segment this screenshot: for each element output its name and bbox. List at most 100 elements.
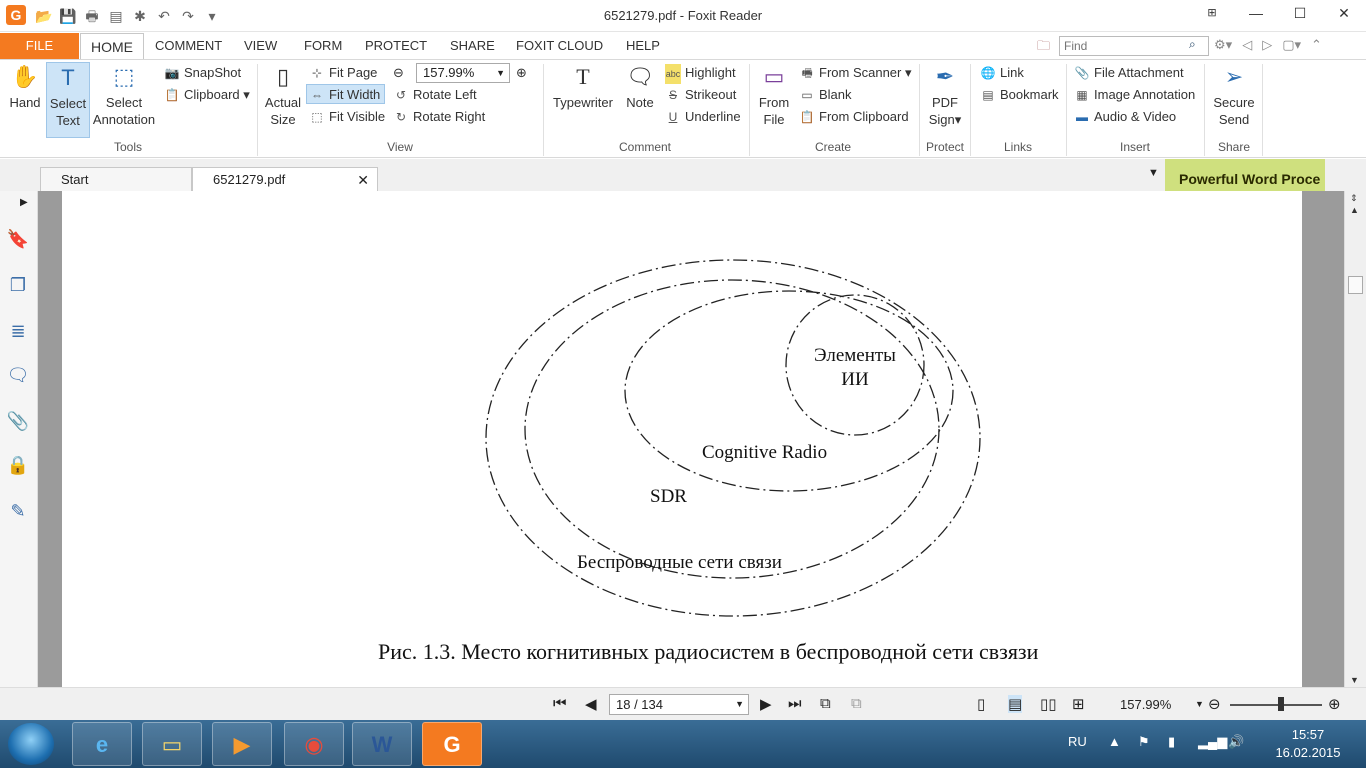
vertical-scrollbar[interactable]: ⇕ ▲ ▼ bbox=[1344, 191, 1366, 687]
expand-panel-icon[interactable]: ▶ bbox=[20, 197, 28, 208]
pages-panel-icon[interactable]: ❐ bbox=[6, 273, 30, 297]
select-text-button[interactable]: T Select Text bbox=[46, 62, 90, 138]
settings-gear-icon[interactable]: ⚙▾ bbox=[1214, 37, 1232, 53]
tab-help[interactable]: HELP bbox=[616, 33, 670, 59]
security-lock-icon[interactable]: 🔒 bbox=[6, 453, 30, 477]
previous-icon[interactable]: ◁ bbox=[1242, 37, 1252, 53]
start-button[interactable] bbox=[8, 723, 54, 765]
pdf-sign-button[interactable]: ✒ PDF Sign▾ bbox=[924, 62, 966, 128]
select-annotation-button[interactable]: ⬚ Select Annotation bbox=[92, 62, 156, 128]
blank-button[interactable]: ▭ Blank bbox=[799, 85, 851, 105]
volume-icon[interactable]: 🔊 bbox=[1228, 734, 1244, 750]
fit-visible-button[interactable]: ⬚ Fit Visible bbox=[309, 107, 385, 127]
power-icon[interactable]: ▮ bbox=[1168, 734, 1175, 750]
previous-view-icon[interactable]: ⧉ bbox=[820, 695, 831, 712]
previous-page-icon[interactable]: ◀ bbox=[585, 695, 597, 713]
signature-panel-icon[interactable]: ✎ bbox=[6, 499, 30, 523]
tab-document[interactable]: 6521279.pdf ✕ bbox=[192, 167, 378, 191]
clipboard-button[interactable]: 📋 Clipboard ▾ bbox=[164, 85, 250, 105]
next-view-icon[interactable]: ⧉ bbox=[851, 695, 862, 712]
media-player-icon[interactable]: ▶ bbox=[212, 722, 272, 766]
scroll-up-icon[interactable]: ▲ bbox=[1350, 205, 1359, 215]
promo-banner[interactable]: Powerful Word Proce bbox=[1165, 159, 1325, 191]
chrome-icon[interactable]: ◉ bbox=[284, 722, 344, 766]
audio-video-button[interactable]: ▬ Audio & Video bbox=[1074, 107, 1176, 127]
underline-button[interactable]: U Underline bbox=[665, 107, 741, 127]
zoom-dropdown-icon[interactable]: ▼ bbox=[1195, 699, 1204, 709]
actual-size-button[interactable]: ▯ Actual Size bbox=[262, 62, 304, 128]
action-center-flag-icon[interactable]: ⚑ bbox=[1138, 734, 1150, 750]
tab-view[interactable]: VIEW bbox=[234, 33, 287, 59]
image-annotation-button[interactable]: ▦ Image Annotation bbox=[1074, 85, 1195, 105]
first-page-icon[interactable]: ⏮ bbox=[553, 695, 567, 712]
scrollbar-thumb[interactable] bbox=[1348, 276, 1363, 294]
tab-comment[interactable]: COMMENT bbox=[145, 33, 232, 59]
tab-home[interactable]: HOME bbox=[80, 33, 144, 59]
foxit-reader-taskbar-icon[interactable]: G bbox=[422, 722, 482, 766]
tab-protect[interactable]: PROTECT bbox=[355, 33, 437, 59]
scroll-down-icon[interactable]: ▼ bbox=[1350, 675, 1359, 685]
user-icon[interactable]: ▢▾ bbox=[1282, 37, 1301, 53]
strikeout-button[interactable]: S Strikeout bbox=[665, 85, 736, 105]
zoom-slider-handle[interactable] bbox=[1278, 697, 1284, 711]
note-button[interactable]: 🗨 Note bbox=[620, 62, 660, 111]
bookmarks-panel-icon[interactable]: 🔖 bbox=[6, 227, 30, 251]
continuous-page-icon[interactable]: ▤ bbox=[1008, 695, 1023, 713]
next-icon[interactable]: ▷ bbox=[1262, 37, 1272, 53]
system-clock[interactable]: 15:57 16.02.2015 bbox=[1268, 726, 1348, 762]
page-number-select[interactable]: 18 / 134 ▼ bbox=[609, 694, 749, 715]
search-input[interactable] bbox=[1059, 36, 1209, 56]
rotate-right-button[interactable]: ↻ Rotate Right bbox=[393, 107, 485, 127]
bookmark-button[interactable]: ▤ Bookmark bbox=[980, 85, 1058, 105]
search-icon[interactable]: ⌕ bbox=[1189, 37, 1196, 52]
zoom-select[interactable]: 157.99% ▼ bbox=[416, 63, 510, 83]
from-clipboard-button[interactable]: 📋 From Clipboard bbox=[799, 107, 909, 127]
file-attachment-button[interactable]: 📎 File Attachment bbox=[1074, 63, 1184, 83]
single-page-icon[interactable]: ▯ bbox=[977, 695, 985, 713]
internet-explorer-icon[interactable]: e bbox=[72, 722, 132, 766]
zoom-in-icon[interactable]: ⊕ bbox=[1328, 695, 1341, 713]
secure-send-button[interactable]: ➢ Secure Send bbox=[1210, 62, 1258, 128]
document-viewport[interactable]: Элементы ИИ Cognitive Radio SDR Беспрово… bbox=[38, 191, 1326, 687]
facing-pages-icon[interactable]: ▯▯ bbox=[1040, 695, 1057, 713]
last-page-icon[interactable]: ⏭ bbox=[788, 695, 802, 712]
tab-start[interactable]: Start bbox=[40, 167, 192, 191]
hand-tool-button[interactable]: ✋ Hand bbox=[6, 62, 44, 111]
zoom-in-icon[interactable]: ⊕ bbox=[516, 63, 527, 83]
zoom-out-icon[interactable]: ⊖ bbox=[393, 63, 404, 83]
fit-page-button[interactable]: ⊹ Fit Page bbox=[309, 63, 377, 83]
find-folder-icon[interactable]: 🗀 bbox=[1037, 37, 1050, 59]
typewriter-button[interactable]: T Typewriter bbox=[550, 62, 616, 111]
tab-share[interactable]: SHARE bbox=[440, 33, 505, 59]
tab-foxit-cloud[interactable]: FOXIT CLOUD bbox=[506, 33, 613, 59]
restore-ribbon-icon[interactable]: ⊞ bbox=[1190, 0, 1234, 28]
network-signal-icon[interactable]: ▂▄▆ bbox=[1198, 734, 1227, 750]
link-button[interactable]: 🌐 Link bbox=[980, 63, 1024, 83]
file-explorer-icon[interactable]: ▭ bbox=[142, 722, 202, 766]
layers-panel-icon[interactable]: ≣ bbox=[6, 319, 30, 343]
zoom-slider-track[interactable] bbox=[1230, 704, 1322, 706]
close-tab-icon[interactable]: ✕ bbox=[357, 168, 369, 192]
comments-panel-icon[interactable]: 🗨 bbox=[6, 363, 30, 387]
close-button[interactable]: ✕ bbox=[1322, 0, 1366, 28]
show-hidden-icons-icon[interactable]: ▲ bbox=[1108, 734, 1121, 749]
from-scanner-button[interactable]: 🖷 From Scanner ▾ bbox=[799, 63, 911, 83]
attachments-panel-icon[interactable]: 📎 bbox=[6, 409, 30, 433]
language-indicator[interactable]: RU bbox=[1068, 734, 1087, 749]
fit-width-button[interactable]: ⇔ Fit Width bbox=[306, 84, 386, 104]
zoom-level[interactable]: 157.99% bbox=[1120, 697, 1171, 712]
snapshot-button[interactable]: 📷 SnapShot bbox=[164, 63, 242, 83]
continuous-facing-icon[interactable]: ⊞ bbox=[1072, 695, 1085, 713]
word-icon[interactable]: W bbox=[352, 722, 412, 766]
tab-list-dropdown-icon[interactable]: ▼ bbox=[1148, 167, 1159, 179]
scroll-split-icon[interactable]: ⇕ bbox=[1350, 193, 1358, 204]
ribbon-collapse-icon[interactable]: ⌃ bbox=[1311, 37, 1322, 53]
rotate-left-button[interactable]: ↺ Rotate Left bbox=[393, 85, 477, 105]
tab-form[interactable]: FORM bbox=[294, 33, 352, 59]
from-file-button[interactable]: ▭ From File bbox=[754, 62, 794, 128]
maximize-button[interactable]: ☐ bbox=[1278, 0, 1322, 28]
next-page-icon[interactable]: ▶ bbox=[760, 695, 772, 713]
minimize-button[interactable]: — bbox=[1234, 0, 1278, 28]
tab-file[interactable]: FILE bbox=[0, 33, 79, 59]
highlight-button[interactable]: abc Highlight bbox=[665, 63, 736, 84]
